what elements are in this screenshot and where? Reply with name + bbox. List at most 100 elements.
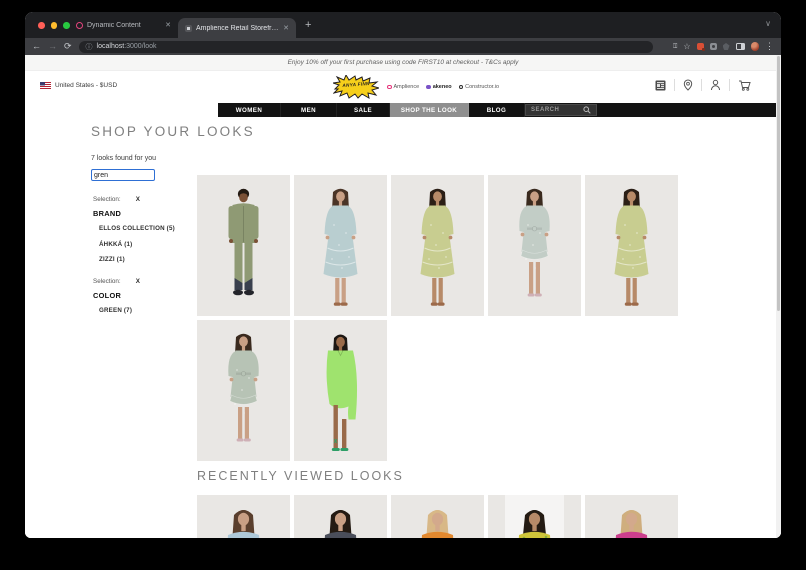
look-tile[interactable] — [294, 175, 387, 316]
look-tile[interactable] — [197, 175, 290, 316]
menu-dots-icon[interactable]: ⋮ — [765, 42, 774, 51]
clear-filter-button[interactable]: X — [136, 196, 140, 203]
forward-icon[interactable]: → — [48, 42, 57, 51]
dynamic-content-favicon — [76, 21, 83, 29]
partner-amplience: Amplience — [387, 84, 419, 90]
filter-option[interactable]: ÁHKKÁ (1) — [99, 241, 208, 248]
reload-icon[interactable]: ⟳ — [64, 42, 72, 51]
partner-constructor: Constructor.io — [458, 84, 499, 90]
look-tile[interactable] — [488, 175, 581, 316]
nav-item-women[interactable]: WOMEN — [218, 103, 281, 117]
results-count: 7 looks found for you — [91, 155, 156, 162]
url-host: localhost — [96, 43, 125, 50]
partner-akeneo: akeneo — [426, 84, 452, 90]
locale-label: United States - $USD — [55, 82, 118, 89]
page-content: Enjoy 10% off your first purchase using … — [25, 55, 781, 538]
selection-row: Selection: X — [93, 196, 140, 203]
search-icon[interactable] — [583, 106, 591, 114]
look-tile[interactable] — [585, 175, 678, 316]
recently-viewed-title: RECENTLY VIEWED LOOKS — [197, 469, 404, 483]
cart-icon[interactable] — [738, 79, 751, 91]
filter-group-title: COLOR — [93, 291, 122, 300]
clear-filter-button[interactable]: X — [136, 278, 140, 285]
close-window-icon[interactable] — [38, 22, 45, 29]
tab-dynamic-content[interactable]: Dynamic Content ✕ — [69, 12, 178, 38]
location-pin-icon[interactable] — [683, 79, 693, 91]
akeneo-icon — [426, 84, 431, 90]
filter-panel: Selection: X BRAND ELLOS COLLECTION (5) ÁHKK… — [93, 196, 208, 329]
site-info-icon[interactable]: ⓘ — [86, 42, 93, 52]
nav-bar: WOMEN MEN SALE SHOP THE LOOK BLOG SEARCH — [218, 103, 776, 117]
divider — [674, 79, 675, 91]
promo-banner-text: Enjoy 10% off your first purchase using … — [287, 59, 519, 66]
toolbar-right-icons: ⍐ ☆ ⋮ — [673, 42, 774, 51]
partner-logos: Amplience akeneo Constructor.io — [387, 84, 499, 90]
brand-logo[interactable]: ANYA FINN — [332, 73, 381, 99]
selection-label: Selection: — [93, 278, 121, 285]
kiosk-icon[interactable] — [655, 80, 666, 91]
looks-grid — [197, 175, 678, 461]
filter-option[interactable]: GREEN (7) — [99, 307, 208, 314]
url-path: :3000/look — [124, 43, 157, 50]
zoom-window-icon[interactable] — [63, 22, 70, 29]
filter-group-brand: Selection: X BRAND ELLOS COLLECTION (5) ÁHKK… — [93, 196, 208, 263]
nav-item-shop-the-look[interactable]: SHOP THE LOOK — [390, 103, 469, 117]
account-icon[interactable] — [710, 79, 721, 91]
address-bar[interactable]: ⓘ localhost:3000/look — [78, 40, 653, 53]
look-tile[interactable] — [391, 175, 484, 316]
browser-toolbar: ← → ⟳ ⓘ localhost:3000/look ⍐ ☆ ⋮ — [25, 38, 781, 55]
side-panel-icon[interactable] — [735, 43, 745, 50]
tab-title: Amplience Retail Storefront W... — [196, 24, 280, 32]
new-tab-icon[interactable]: + — [305, 12, 311, 38]
tab-close-icon[interactable]: ✕ — [165, 21, 171, 29]
tab-close-icon[interactable]: ✕ — [283, 24, 289, 32]
extension-icon[interactable] — [722, 43, 730, 50]
storefront-favicon — [185, 24, 192, 32]
main-content: SHOP YOUR LOOKS 7 looks found for you Se… — [25, 117, 781, 538]
profile-avatar[interactable] — [750, 42, 759, 51]
search-placeholder: SEARCH — [531, 107, 560, 113]
filter-group-color: Selection: X COLOR GREEN (7) — [93, 278, 208, 314]
filter-group-title: BRAND — [93, 209, 122, 218]
traffic-lights — [38, 22, 70, 29]
recent-look-tile[interactable] — [197, 495, 290, 538]
locale-selector[interactable]: United States - $USD — [40, 82, 117, 89]
look-tile[interactable] — [294, 320, 387, 461]
constructor-icon — [458, 84, 464, 90]
nav-row: WOMEN MEN SALE SHOP THE LOOK BLOG SEARCH — [25, 103, 781, 117]
minimize-window-icon[interactable] — [50, 22, 57, 29]
tab-retail-storefront[interactable]: Amplience Retail Storefront W... ✕ — [178, 18, 296, 38]
nav-item-blog[interactable]: BLOG — [469, 103, 525, 117]
recent-look-tile[interactable] — [585, 495, 678, 538]
scrollbar[interactable] — [776, 55, 781, 538]
amplience-icon — [387, 84, 392, 90]
filter-option[interactable]: ZIZZI (1) — [99, 256, 208, 263]
promo-banner: Enjoy 10% off your first purchase using … — [25, 55, 781, 71]
extension-icon[interactable] — [709, 43, 717, 50]
tab-search-chevron-icon[interactable]: ∨ — [765, 19, 771, 28]
looks-filter-input[interactable] — [91, 169, 155, 181]
page-title: SHOP YOUR LOOKS — [91, 124, 255, 139]
divider — [701, 79, 702, 91]
site-header: United States - $USD ANYA FINN Amplience… — [25, 71, 781, 103]
recent-look-tile[interactable] — [294, 495, 387, 538]
recent-look-tile[interactable] — [488, 495, 581, 538]
selection-label: Selection: — [93, 196, 121, 203]
browser-window: Dynamic Content ✕ Amplience Retail Store… — [25, 12, 781, 538]
divider — [729, 79, 730, 91]
nav-search-box[interactable]: SEARCH — [525, 104, 597, 116]
look-tile[interactable] — [197, 320, 290, 461]
recent-look-tile[interactable] — [391, 495, 484, 538]
extension-icon[interactable] — [696, 43, 705, 51]
header-icons — [655, 79, 751, 91]
scrollbar-thumb[interactable] — [777, 56, 780, 311]
bookmark-star-icon[interactable]: ☆ — [683, 42, 690, 51]
filter-option[interactable]: ELLOS COLLECTION (5) — [99, 225, 208, 232]
nav-item-men[interactable]: MEN — [281, 103, 337, 117]
us-flag-icon — [40, 82, 51, 89]
nav-item-sale[interactable]: SALE — [337, 103, 390, 117]
logo-group: ANYA FINN Amplience akeneo Constructor.i… — [332, 73, 499, 99]
recently-viewed-row — [197, 495, 678, 538]
back-icon[interactable]: ← — [32, 42, 41, 51]
share-icon[interactable]: ⍐ — [673, 43, 677, 50]
